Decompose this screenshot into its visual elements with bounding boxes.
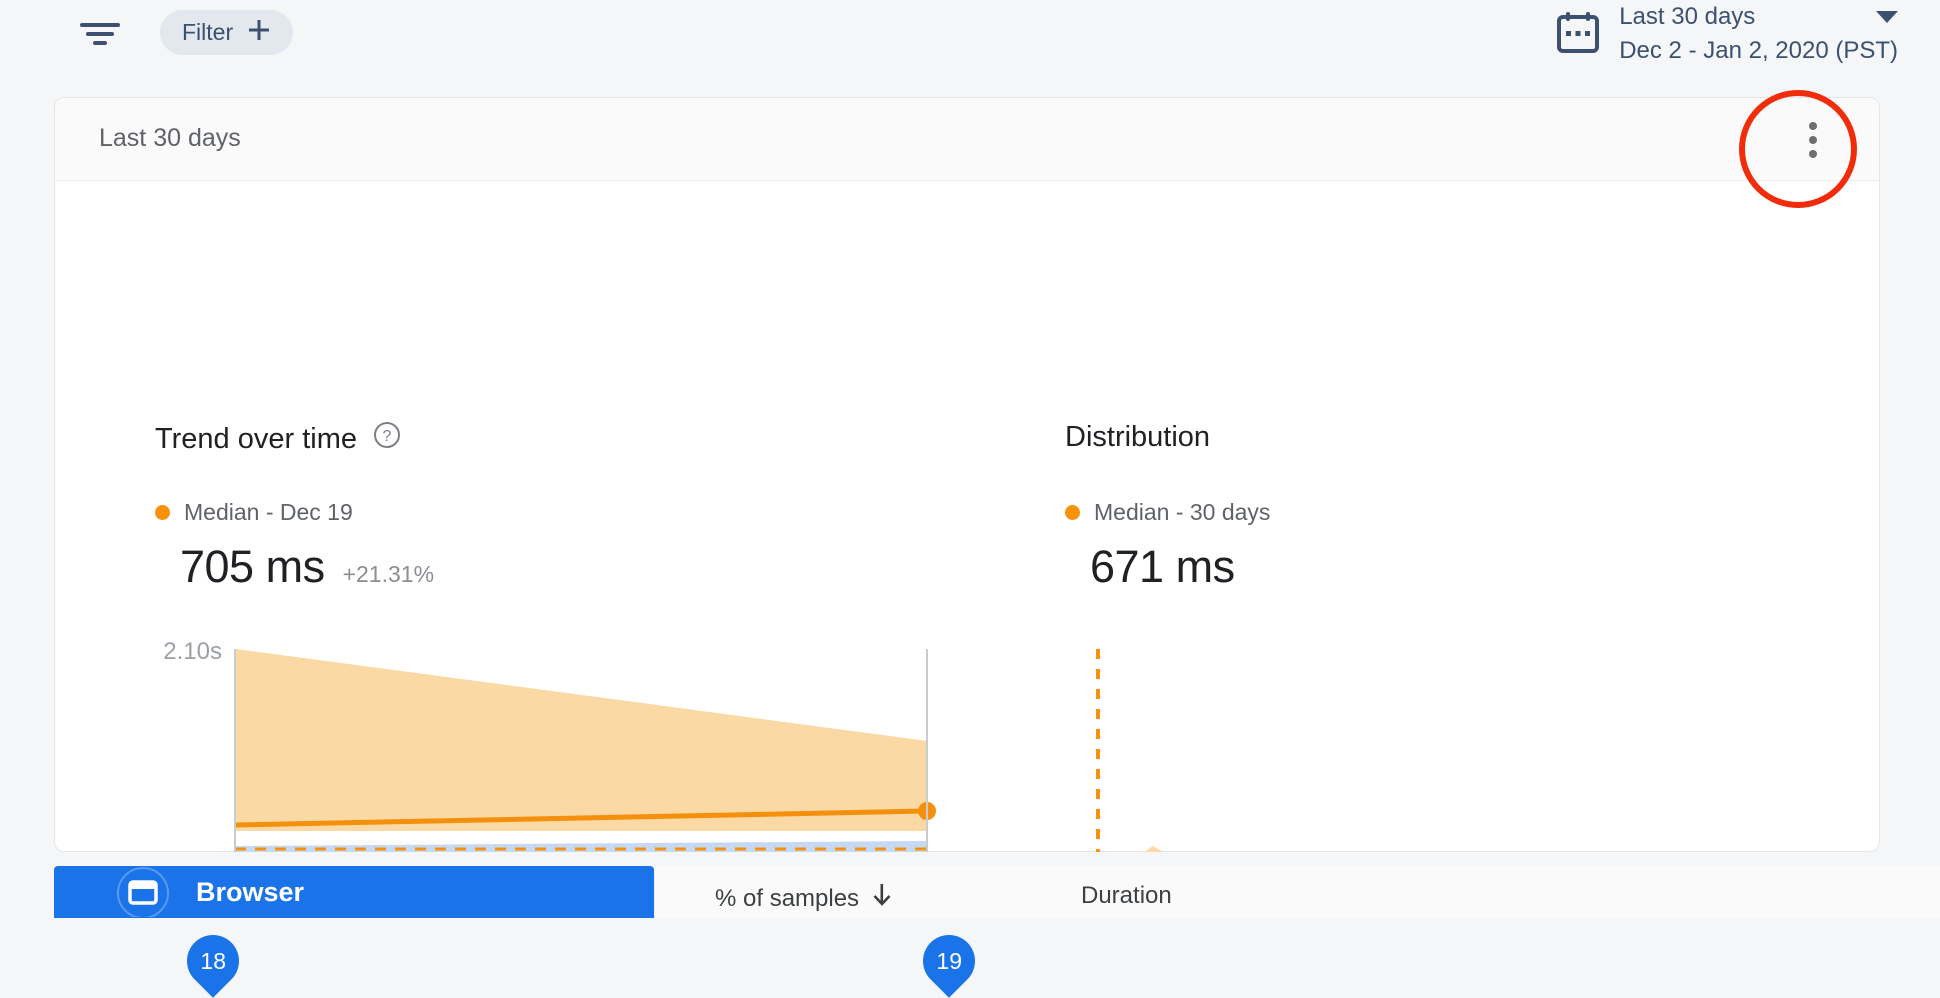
more-vert-icon[interactable]	[1789, 116, 1837, 164]
day-badge-end-label: 19	[936, 947, 962, 974]
arrow-down-icon	[871, 882, 893, 915]
chevron-down-icon[interactable]	[1876, 11, 1898, 23]
filter-label: Filter	[182, 19, 234, 45]
tab-browser-label: Browser	[196, 876, 305, 907]
tab-browser[interactable]: Browser	[54, 866, 654, 919]
column-header-samples[interactable]: % of samples	[715, 882, 893, 915]
top-toolbar: Filter Last 30 days Dec 2 - Jan 2, 2020 …	[0, 0, 1940, 68]
trend-chart[interactable]: 2.10s 236 ms Dec 18 Dec 19	[55, 181, 985, 852]
date-range-label: Last 30 days	[1619, 3, 1756, 30]
plus-icon	[247, 18, 271, 48]
day-badge-end[interactable]: 19	[912, 924, 986, 998]
filter-button[interactable]: Filter	[160, 10, 294, 55]
column-header-duration[interactable]: Duration	[1081, 882, 1172, 910]
day-badge-start[interactable]: 18	[176, 924, 250, 998]
trend-y-top-label: 2.10s	[163, 638, 222, 665]
filter-lines-icon[interactable]	[79, 17, 121, 49]
date-range-picker[interactable]: Last 30 days Dec 2 - Jan 2, 2020 (PST)	[1557, 0, 1898, 68]
table-column-headers: % of samples Duration	[654, 866, 1940, 918]
card-body: Trend over time ? Median - Dec 19 705 ms…	[55, 181, 1881, 998]
card-title: Last 30 days	[99, 124, 241, 152]
column-header-duration-label: Duration	[1081, 882, 1172, 909]
bottom-table-header: Browser % of samples Duration	[0, 852, 1940, 919]
date-range-sublabel: Dec 2 - Jan 2, 2020 (PST)	[1619, 37, 1898, 64]
calendar-icon	[1557, 11, 1600, 60]
column-header-samples-label: % of samples	[715, 884, 860, 912]
distribution-chart[interactable]: 236 ms 2.10s	[985, 181, 1881, 852]
card-header: Last 30 days	[55, 90, 1879, 208]
metrics-card: Last 30 days Trend over time ? Median - …	[54, 90, 1881, 998]
browser-window-icon	[116, 863, 170, 922]
day-badge-start-label: 18	[200, 947, 226, 974]
